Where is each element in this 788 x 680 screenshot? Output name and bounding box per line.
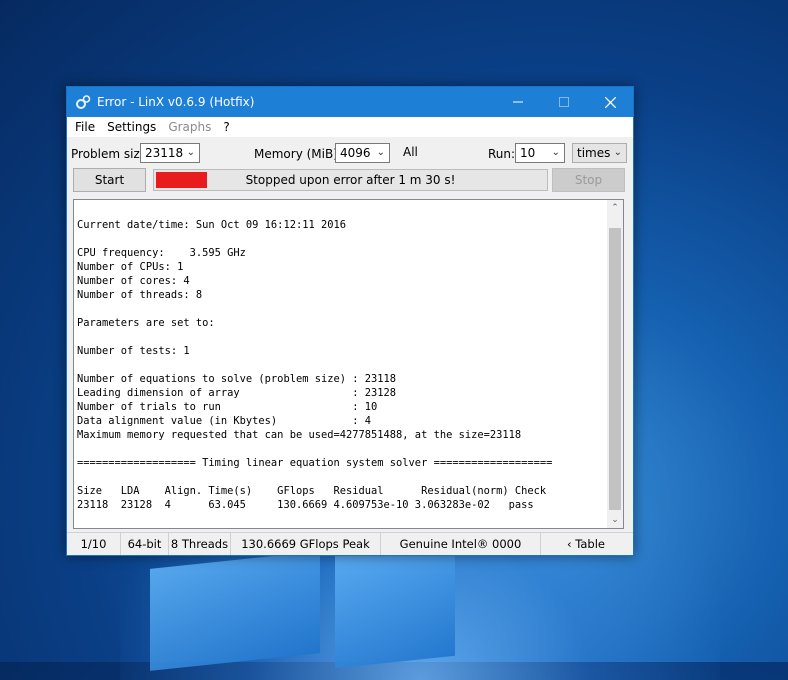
menu-bar: File Settings Graphs ? [67,117,633,137]
maximize-icon [559,97,569,107]
progress-bar: Stopped upon error after 1 m 30 s! [153,169,548,191]
log-scrollbar[interactable]: ⌃ ⌄ [607,200,623,528]
menu-graphs[interactable]: Graphs [162,120,217,134]
status-cpu-name: Genuine Intel® 0000 [381,533,541,555]
close-button[interactable] [587,87,633,117]
status-threads: 8 Threads [169,533,231,555]
close-icon [604,96,616,108]
linx-app-icon [75,94,91,110]
memory-select[interactable]: 4096 ⌄ [335,143,390,163]
menu-settings[interactable]: Settings [101,120,162,134]
status-bar: 1/10 64-bit 8 Threads 130.6669 GFlops Pe… [67,532,633,555]
problem-size-select[interactable]: 23118 ⌄ [140,143,200,163]
minimize-button[interactable] [495,87,541,117]
minimize-icon [513,101,523,103]
window-title: Error - LinX v0.6.9 (Hotfix) [97,95,255,109]
chevron-down-icon: ⌄ [376,147,385,158]
run-count-select[interactable]: 10 ⌄ [515,143,565,163]
stop-button[interactable]: Stop [552,168,625,192]
table-toggle-button[interactable]: ‹ Table [541,533,631,555]
memory-label: Memory (MiB): [254,147,342,161]
chevron-down-icon: ⌄ [613,147,622,158]
desktop-window-logo-pane [150,551,320,671]
chevron-down-icon: ⌄ [186,147,195,158]
run-count-value: 10 [520,146,536,160]
run-unit-select[interactable]: times ⌄ [572,143,627,163]
menu-help[interactable]: ? [217,120,235,134]
status-bits: 64-bit [121,533,169,555]
linx-window: Error - LinX v0.6.9 (Hotfix) File Settin… [66,86,634,556]
scroll-down-icon[interactable]: ⌄ [607,512,623,528]
log-output[interactable]: Current date/time: Sun Oct 09 16:12:11 2… [73,199,624,529]
maximize-button[interactable] [541,87,587,117]
memory-all-option[interactable]: All [403,145,418,159]
progress-status-text: Stopped upon error after 1 m 30 s! [245,173,456,187]
desktop-window-logo-pane [335,541,455,669]
log-text: Current date/time: Sun Oct 09 16:12:11 2… [77,219,553,511]
problem-size-value: 23118 [145,146,184,160]
scroll-thumb[interactable] [609,228,621,510]
title-bar[interactable]: Error - LinX v0.6.9 (Hotfix) [67,87,633,117]
chevron-down-icon: ⌄ [551,147,560,158]
menu-file[interactable]: File [69,120,101,134]
memory-value: 4096 [340,146,371,160]
run-label: Run: [488,147,516,161]
status-run-index: 1/10 [67,533,121,555]
run-unit-value: times [577,146,611,160]
start-button[interactable]: Start [73,168,146,192]
scroll-up-icon[interactable]: ⌃ [607,200,623,216]
status-gflops-peak: 130.6669 GFlops Peak [231,533,381,555]
